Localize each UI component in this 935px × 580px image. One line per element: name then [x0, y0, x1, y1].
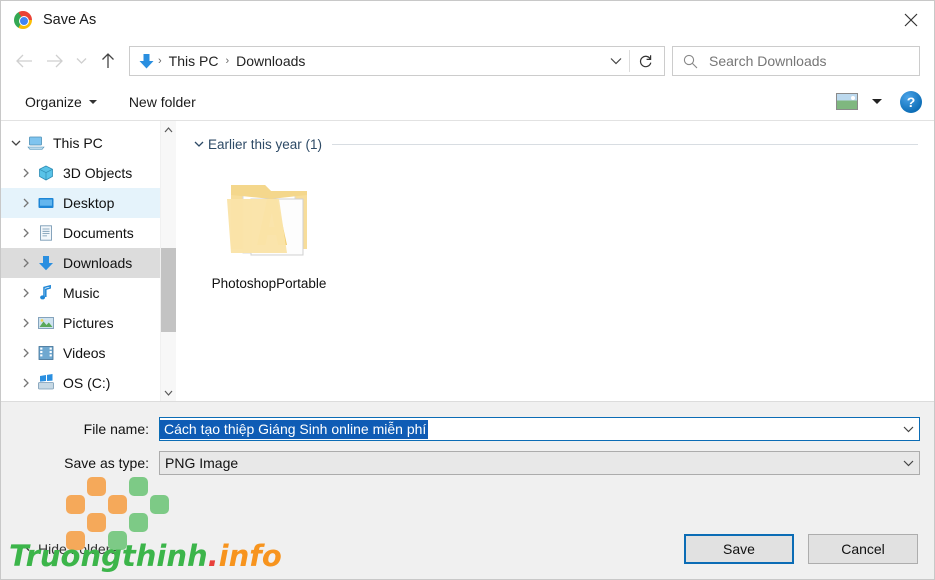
- organize-button[interactable]: Organize: [19, 90, 103, 114]
- sidebar-item-label: Pictures: [63, 315, 114, 331]
- scroll-down-icon[interactable]: [161, 384, 177, 401]
- hide-folders-button[interactable]: Hide Folders: [19, 541, 117, 557]
- pictures-icon: [37, 314, 55, 332]
- breadcrumb-separator: ›: [225, 55, 230, 67]
- sidebar-item-label: Documents: [63, 225, 134, 241]
- address-bar[interactable]: › This PC › Downloads: [129, 46, 665, 76]
- chevron-right-icon[interactable]: [15, 378, 37, 388]
- save-type-label: Save as type:: [64, 455, 149, 471]
- file-name-input[interactable]: Cách tạo thiệp Giáng Sinh online miễn ph…: [159, 417, 920, 441]
- sidebar-item-3d-objects[interactable]: 3D Objects: [1, 158, 176, 188]
- scroll-up-icon[interactable]: [161, 121, 177, 138]
- breadcrumb-item-this-pc[interactable]: This PC: [165, 51, 223, 71]
- hide-folders-label: Hide Folders: [38, 541, 118, 557]
- scrollbar-thumb[interactable]: [160, 248, 177, 332]
- pc-icon: [27, 134, 45, 152]
- save-form: File name: Cách tạo thiệp Giáng Sinh onl…: [1, 401, 934, 519]
- chevron-right-icon[interactable]: [15, 198, 37, 208]
- view-mode-icon[interactable]: [836, 93, 858, 110]
- cancel-button[interactable]: Cancel: [808, 534, 918, 564]
- breadcrumb-separator: ›: [158, 55, 162, 67]
- sidebar-item-documents[interactable]: Documents: [1, 218, 176, 248]
- dialog-footer: Hide Folders Save Cancel: [1, 519, 934, 579]
- chevron-up-icon: [19, 543, 30, 555]
- tree-scrollbar[interactable]: [160, 121, 177, 401]
- sidebar-item-this-pc[interactable]: This PC: [1, 128, 176, 158]
- downloads-arrow-icon: [139, 53, 154, 68]
- chevron-down-icon[interactable]: [190, 141, 208, 148]
- title-bar: Save As: [1, 1, 934, 39]
- search-placeholder: Search Downloads: [709, 53, 827, 69]
- search-icon: [683, 54, 698, 68]
- videos-icon: [37, 344, 55, 362]
- save-type-row: Save as type: PNG Image: [1, 451, 934, 475]
- refresh-icon[interactable]: [630, 47, 660, 75]
- chevron-down-icon[interactable]: [897, 418, 919, 440]
- chevron-right-icon[interactable]: [15, 318, 37, 328]
- sidebar-item-videos[interactable]: Videos: [1, 338, 176, 368]
- new-folder-button[interactable]: New folder: [123, 90, 202, 114]
- drive-icon: [37, 374, 55, 392]
- group-header-label: Earlier this year (1): [208, 136, 323, 152]
- music-icon: [37, 284, 55, 302]
- new-folder-label: New folder: [128, 93, 196, 110]
- save-as-dialog: Save As › This PC › Downloads Search Dow…: [0, 0, 935, 580]
- dialog-body: This PC 3D Objects Desktop Documents Dow…: [1, 121, 934, 401]
- sidebar-item-music[interactable]: Music: [1, 278, 176, 308]
- file-name-row: File name: Cách tạo thiệp Giáng Sinh onl…: [1, 417, 934, 441]
- organize-label: Organize: [25, 93, 82, 110]
- chevron-down-icon[interactable]: [897, 452, 919, 474]
- forward-button[interactable]: [39, 46, 69, 76]
- file-name-value: Cách tạo thiệp Giáng Sinh online miễn ph…: [160, 419, 429, 439]
- scrollbar-track[interactable]: [160, 138, 177, 384]
- window-title: Save As: [43, 12, 97, 28]
- sidebar-item-pictures[interactable]: Pictures: [1, 308, 176, 338]
- list-item[interactable]: PhotoshopPortable: [204, 169, 334, 293]
- sidebar-item-label: Desktop: [63, 195, 115, 211]
- navigation-tree: This PC 3D Objects Desktop Documents Dow…: [1, 121, 177, 401]
- command-bar: Organize New folder ?: [1, 83, 934, 121]
- file-name-label: File name:: [83, 421, 149, 437]
- sidebar-item-desktop[interactable]: Desktop: [1, 188, 176, 218]
- help-button[interactable]: ?: [900, 90, 922, 113]
- up-button[interactable]: [93, 46, 123, 76]
- recent-locations-button[interactable]: [69, 46, 93, 76]
- downloads-icon: [37, 254, 55, 272]
- chevron-down-icon[interactable]: [872, 99, 882, 104]
- save-type-select[interactable]: PNG Image: [159, 451, 920, 475]
- sidebar-item-os-c[interactable]: OS (C:): [1, 368, 176, 398]
- chevron-right-icon[interactable]: [15, 168, 37, 178]
- sidebar-item-label: Music: [63, 285, 100, 301]
- chevron-down-icon[interactable]: [5, 140, 27, 147]
- cube-icon: [37, 164, 55, 182]
- sidebar-item-label: Videos: [63, 345, 106, 361]
- sidebar-item-label: Downloads: [63, 255, 133, 271]
- file-name-label: PhotoshopPortable: [211, 276, 327, 291]
- sidebar-item-label: OS (C:): [63, 375, 111, 391]
- address-dropdown-icon[interactable]: [603, 47, 629, 75]
- sidebar-item-downloads[interactable]: Downloads: [1, 248, 176, 278]
- search-box[interactable]: Search Downloads: [672, 46, 920, 76]
- chrome-icon: [14, 11, 32, 29]
- folder-open-icon: [221, 169, 317, 265]
- close-icon[interactable]: [888, 1, 934, 39]
- group-header[interactable]: Earlier this year (1): [190, 133, 934, 155]
- documents-icon: [37, 224, 55, 242]
- chevron-right-icon[interactable]: [15, 288, 37, 298]
- sidebar-item-label: 3D Objects: [63, 165, 133, 181]
- divider: [332, 143, 918, 145]
- chevron-right-icon[interactable]: [15, 258, 37, 268]
- chevron-right-icon[interactable]: [15, 228, 37, 238]
- desktop-icon: [37, 194, 55, 212]
- chevron-right-icon[interactable]: [15, 348, 37, 358]
- breadcrumb-item-downloads[interactable]: Downloads: [232, 51, 309, 71]
- save-button[interactable]: Save: [684, 534, 794, 564]
- navigation-bar: › This PC › Downloads Search Downloads: [1, 39, 934, 83]
- chevron-down-icon: [88, 99, 97, 104]
- sidebar-item-label: This PC: [53, 135, 103, 151]
- save-type-value: PNG Image: [165, 455, 239, 471]
- file-list-pane[interactable]: Earlier this year (1) PhotoshopPortable: [176, 121, 934, 401]
- back-button[interactable]: [9, 46, 39, 76]
